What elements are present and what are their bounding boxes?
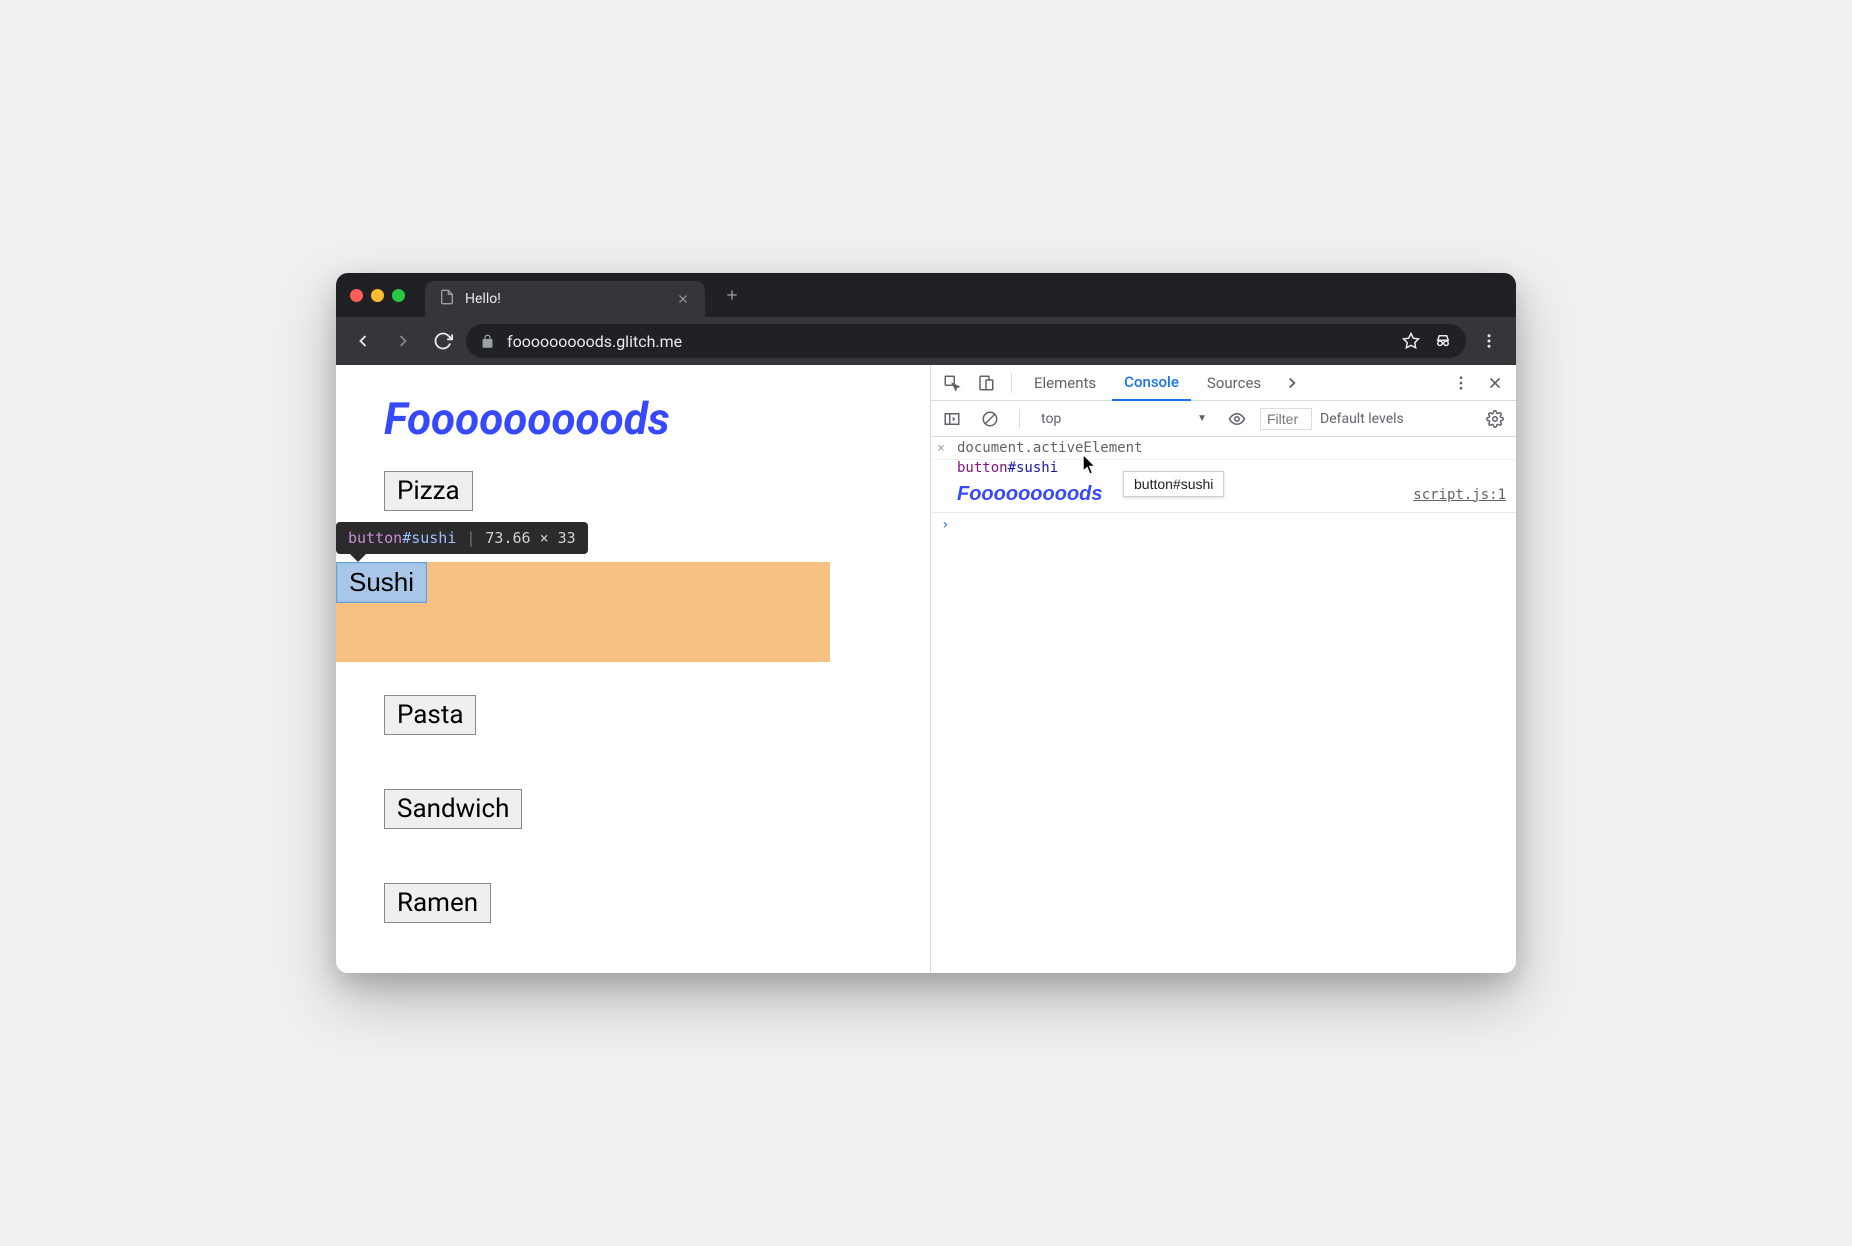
result-id: #sushi <box>1008 460 1059 476</box>
devtools-menu-button[interactable] <box>1446 368 1476 398</box>
context-label: top <box>1041 411 1061 427</box>
more-tabs-button[interactable] <box>1277 368 1307 398</box>
titlebar: Hello! <box>336 273 1516 317</box>
console-input-row: × document.activeElement <box>931 437 1516 460</box>
tooltip-id: #sushi <box>402 529 456 547</box>
star-icon[interactable] <box>1402 332 1420 350</box>
separator <box>1019 409 1020 429</box>
live-expression-button[interactable] <box>1222 404 1252 434</box>
lock-icon <box>480 334 495 349</box>
console-filter-input[interactable] <box>1260 408 1312 430</box>
console-settings-button[interactable] <box>1480 404 1510 434</box>
browser-toolbar: fooooooooods.glitch.me <box>336 317 1516 365</box>
tooltip-dimensions: 73.66 × 33 <box>485 529 575 547</box>
forward-button[interactable] <box>386 324 420 358</box>
devtools-tabbar: Elements Console Sources <box>931 365 1516 401</box>
page-viewport: Fooooooooods Pizza button#sushi | 73.66 … <box>336 365 931 973</box>
separator <box>1011 373 1012 393</box>
devtools-close-button[interactable] <box>1480 368 1510 398</box>
url-text: fooooooooods.glitch.me <box>507 332 682 351</box>
console-body: × document.activeElement button#sushi bu… <box>931 437 1516 973</box>
window-maximize-button[interactable] <box>392 289 405 302</box>
food-button-pasta[interactable]: Pasta <box>384 695 476 735</box>
devtools-panel: Elements Console Sources <box>931 365 1516 973</box>
window-close-button[interactable] <box>350 289 363 302</box>
tab-title: Hello! <box>465 291 665 307</box>
console-prompt[interactable]: › <box>931 513 1516 537</box>
clear-console-button[interactable] <box>975 404 1005 434</box>
window-minimize-button[interactable] <box>371 289 384 302</box>
browser-menu-button[interactable] <box>1472 332 1506 350</box>
browser-tab[interactable]: Hello! <box>425 281 705 317</box>
tab-sources[interactable]: Sources <box>1195 365 1273 401</box>
traffic-lights <box>350 289 405 302</box>
result-tag: button <box>957 460 1008 476</box>
console-toolbar: top ▼ Default levels <box>931 401 1516 437</box>
new-tab-button[interactable] <box>717 280 747 310</box>
console-log-message: Fooooooooods <box>957 483 1103 506</box>
context-selector[interactable]: top ▼ <box>1034 407 1214 431</box>
tab-console[interactable]: Console <box>1112 365 1191 401</box>
device-toolbar-button[interactable] <box>971 368 1001 398</box>
page-heading: Fooooooooods <box>384 393 882 445</box>
content-area: Fooooooooods Pizza button#sushi | 73.66 … <box>336 365 1516 973</box>
tooltip-tag: button <box>348 529 402 547</box>
console-log-source[interactable]: script.js:1 <box>1413 487 1506 503</box>
console-expression: document.activeElement <box>957 440 1142 456</box>
close-icon[interactable]: × <box>937 441 945 456</box>
file-icon <box>439 289 455 309</box>
food-button-pizza[interactable]: Pizza <box>384 471 473 511</box>
food-button-ramen[interactable]: Ramen <box>384 883 491 923</box>
inspect-element-button[interactable] <box>937 368 967 398</box>
element-hover-tooltip: button#sushi <box>1123 471 1224 497</box>
browser-window: Hello! fooooooooods.glitch.me <box>336 273 1516 973</box>
tab-elements[interactable]: Elements <box>1022 365 1108 401</box>
chevron-down-icon: ▼ <box>1197 413 1207 424</box>
food-button-sandwich[interactable]: Sandwich <box>384 789 522 829</box>
element-inspector-tooltip: button#sushi | 73.66 × 33 <box>336 522 588 554</box>
incognito-icon[interactable] <box>1434 332 1452 350</box>
console-sidebar-toggle[interactable] <box>937 404 967 434</box>
tooltip-separator: | <box>466 529 475 547</box>
reload-button[interactable] <box>426 324 460 358</box>
back-button[interactable] <box>346 324 380 358</box>
address-bar[interactable]: fooooooooods.glitch.me <box>466 324 1466 358</box>
food-button-sushi[interactable]: Sushi <box>336 562 427 603</box>
tab-close-icon[interactable] <box>675 291 691 307</box>
log-levels-selector[interactable]: Default levels <box>1320 411 1404 427</box>
